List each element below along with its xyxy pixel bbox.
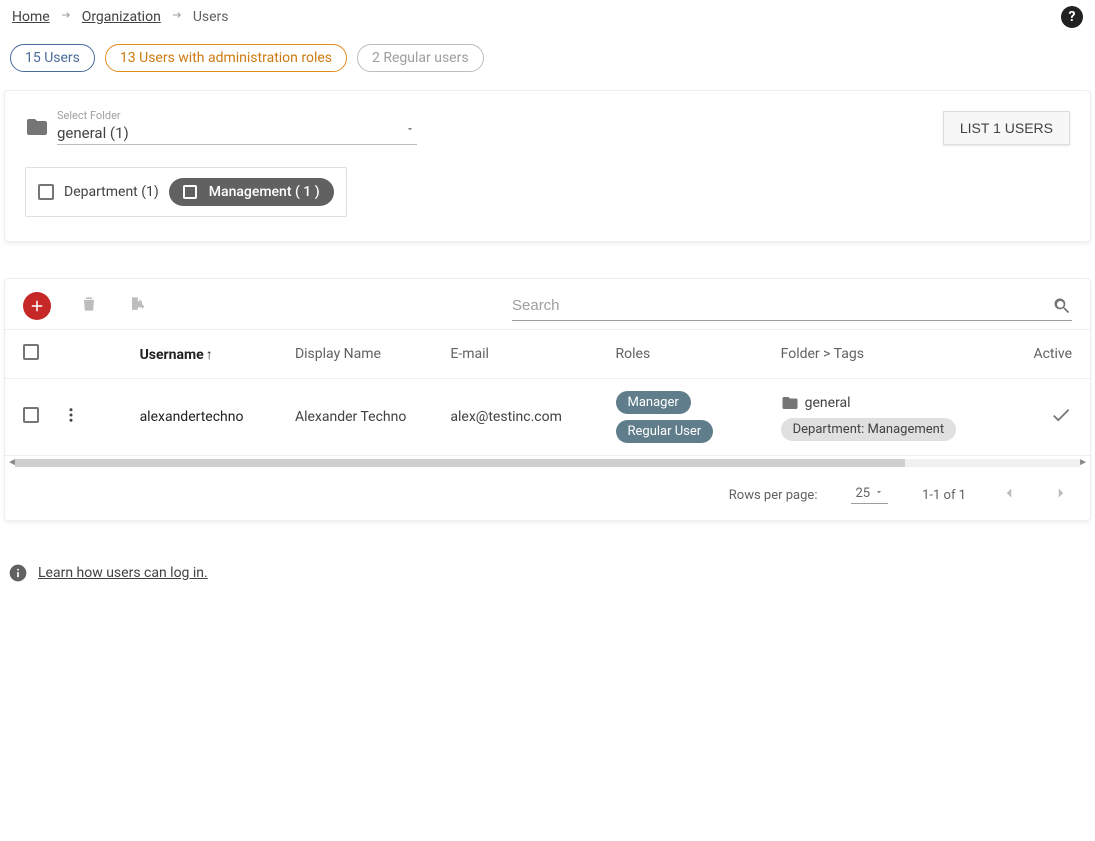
tag-management-label: Management ( 1 ) — [209, 184, 320, 200]
folder-select-label: Select Folder — [57, 109, 417, 122]
col-folder-tags[interactable]: Folder > Tags — [781, 346, 1014, 362]
page-range: 1-1 of 1 — [922, 488, 966, 503]
filter-chip-row: 15 Users 13 Users with administration ro… — [0, 34, 1095, 90]
list-users-button[interactable]: LIST 1 USERS — [943, 111, 1070, 145]
col-username[interactable]: Username↑ — [140, 346, 295, 363]
cell-username: alexandertechno — [140, 409, 295, 425]
help-icon[interactable]: ? — [1061, 6, 1083, 28]
col-email[interactable]: E-mail — [450, 346, 615, 362]
filter-chip-all-users[interactable]: 15 Users — [10, 44, 95, 72]
info-row: Learn how users can log in. — [0, 521, 1095, 625]
cell-display-name: Alexander Techno — [295, 409, 450, 425]
chevron-right-icon — [171, 9, 183, 25]
delete-icon[interactable] — [79, 294, 99, 318]
tag-department-label: Department (1) — [64, 184, 159, 200]
search-icon — [1052, 296, 1072, 316]
breadcrumb-current: Users — [193, 9, 229, 25]
filter-chip-regular-users[interactable]: 2 Regular users — [357, 44, 484, 72]
cell-folder: general — [781, 394, 851, 412]
col-roles[interactable]: Roles — [616, 346, 781, 362]
scroll-right-icon[interactable]: ► — [1078, 457, 1088, 468]
prev-page-button[interactable] — [1000, 484, 1018, 506]
filter-panel: Select Folder general (1) LIST 1 USERS D… — [4, 90, 1091, 242]
folder-select[interactable]: Select Folder general (1) — [57, 109, 417, 145]
role-chip-manager: Manager — [616, 391, 691, 414]
folder-select-value: general (1) — [57, 124, 129, 142]
next-page-button[interactable] — [1052, 484, 1070, 506]
role-chip-regular: Regular User — [616, 420, 714, 443]
breadcrumb: Home Organization Users — [12, 9, 229, 25]
col-active[interactable]: Active — [1014, 346, 1072, 362]
horizontal-scrollbar[interactable]: ◄ ► — [5, 456, 1090, 470]
breadcrumb-organization[interactable]: Organization — [82, 9, 161, 25]
add-user-button[interactable] — [23, 292, 51, 320]
row-menu-icon[interactable] — [62, 412, 80, 428]
info-icon — [8, 563, 28, 583]
sort-asc-icon: ↑ — [206, 347, 213, 363]
breadcrumb-home[interactable]: Home — [12, 9, 50, 25]
learn-link[interactable]: Learn how users can log in. — [38, 565, 208, 581]
rows-per-page-select[interactable]: 25 — [851, 486, 888, 504]
search-field[interactable] — [512, 291, 1072, 321]
table-toolbar — [5, 279, 1090, 329]
pagination: Rows per page: 25 1-1 of 1 — [5, 470, 1090, 520]
cell-tag: Department: Management — [781, 418, 956, 441]
tag-management-pill[interactable]: Management ( 1 ) — [169, 178, 334, 206]
filter-chip-admin-users[interactable]: 13 Users with administration roles — [105, 44, 347, 72]
chevron-right-icon — [60, 9, 72, 25]
row-checkbox[interactable] — [23, 407, 39, 423]
tag-filter-row: Department (1) Management ( 1 ) — [25, 167, 347, 217]
cell-email: alex@testinc.com — [450, 409, 615, 425]
checkbox-management[interactable] — [183, 185, 197, 199]
scrollbar-thumb[interactable] — [15, 459, 905, 467]
col-display-name[interactable]: Display Name — [295, 346, 450, 362]
select-all-checkbox[interactable] — [23, 344, 39, 360]
rows-per-page-label: Rows per page: — [729, 488, 818, 503]
table-header: Username↑ Display Name E-mail Roles Fold… — [5, 329, 1090, 379]
users-table-card: Username↑ Display Name E-mail Roles Fold… — [4, 278, 1091, 521]
caret-down-icon — [874, 486, 884, 501]
caret-down-icon — [405, 122, 415, 138]
search-input[interactable] — [512, 291, 1052, 320]
folder-icon — [25, 115, 57, 145]
export-icon[interactable] — [127, 294, 147, 318]
table-row[interactable]: alexandertechno Alexander Techno alex@te… — [5, 379, 1090, 456]
cell-active-icon — [1014, 404, 1072, 430]
checkbox-department[interactable] — [38, 184, 54, 200]
